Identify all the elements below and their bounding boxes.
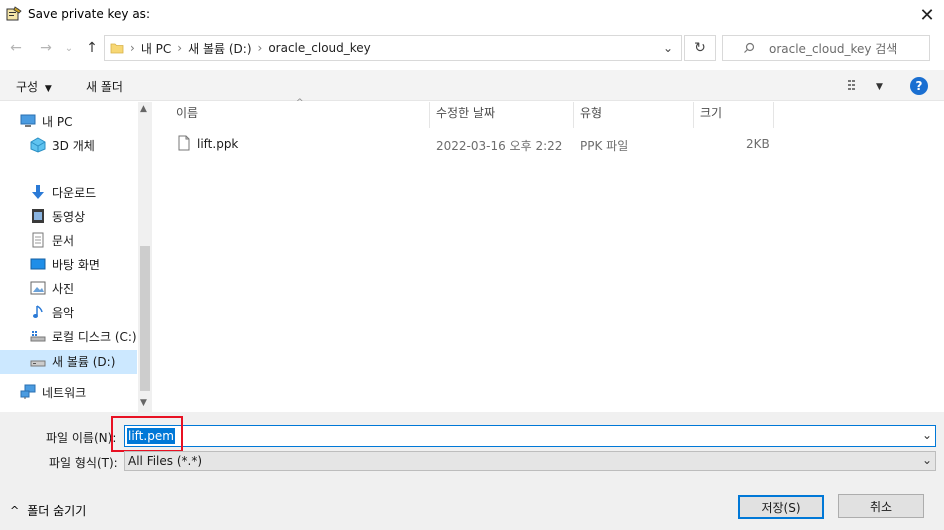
command-toolbar — [0, 70, 944, 101]
column-divider[interactable] — [573, 102, 574, 128]
breadcrumb-separator-icon: › — [177, 41, 183, 55]
column-divider[interactable] — [773, 102, 774, 128]
file-type: PPK 파일 — [580, 139, 629, 153]
sidebar-item-label: 다운로드 — [52, 185, 97, 200]
arrow-up-icon: ↑ — [86, 40, 98, 56]
sidebar-item-label: 사진 — [52, 281, 75, 296]
close-button[interactable]: ✕ — [914, 2, 940, 28]
download-icon — [30, 184, 46, 200]
putty-key-icon — [5, 5, 23, 23]
scroll-up-icon[interactable]: ▲ — [140, 104, 147, 114]
sidebar-item-label: 문서 — [52, 233, 75, 248]
caret-down-icon: ▼ — [44, 84, 52, 94]
network-icon — [20, 384, 36, 400]
hide-folders-button[interactable]: ^ 폴더 숨기기 — [10, 502, 86, 519]
column-header-modified[interactable]: 수정한 날짜 — [436, 104, 495, 121]
help-icon: ? — [915, 79, 923, 93]
folder-icon — [110, 41, 124, 55]
sidebar-item-network[interactable]: 네트워크 — [20, 381, 86, 403]
sidebar-item-desktop[interactable]: 바탕 화면 — [30, 253, 100, 275]
up-button[interactable]: ↑ — [82, 38, 102, 58]
column-header-name[interactable]: 이름 — [176, 104, 198, 121]
filetype-select[interactable] — [124, 451, 936, 471]
file-icon — [178, 135, 190, 154]
refresh-icon: ↻ — [694, 40, 706, 56]
file-name: lift.ppk — [197, 137, 239, 151]
address-history-icon[interactable]: ⌄ — [663, 41, 673, 55]
highlight-annotation-box — [111, 416, 183, 452]
sidebar-item-local-disk-c[interactable]: 로컬 디스크 (C:) — [30, 325, 137, 347]
picture-icon — [30, 280, 46, 296]
sidebar-item-label: 내 PC — [42, 114, 73, 129]
sidebar-scrollbar-thumb[interactable] — [140, 246, 150, 391]
sidebar-item-label: 바탕 화면 — [52, 257, 100, 272]
sidebar-item-3d-objects[interactable]: 3D 개체 — [30, 134, 95, 156]
3d-objects-icon — [30, 137, 46, 153]
sidebar-item-label: 로컬 디스크 (C:) — [52, 329, 137, 344]
details-view-icon — [848, 79, 864, 94]
hide-folders-label: 폴더 숨기기 — [27, 504, 87, 518]
pc-icon — [20, 113, 36, 129]
document-icon — [30, 232, 46, 248]
close-icon: ✕ — [919, 4, 935, 26]
recent-locations-button[interactable]: ⌄ — [62, 38, 76, 58]
column-header-type[interactable]: 유형 — [580, 104, 602, 121]
sidebar-item-this-pc[interactable]: 내 PC — [20, 110, 72, 132]
filetype-value: All Files (*.*) — [128, 454, 203, 468]
sidebar-item-volume-d[interactable]: 새 볼륨 (D:) — [30, 350, 115, 372]
breadcrumb-separator-icon: › — [257, 41, 263, 55]
help-button[interactable]: ? — [910, 77, 928, 95]
column-header-size[interactable]: 크기 — [700, 104, 722, 121]
sidebar-item-documents[interactable]: 문서 — [30, 229, 74, 251]
new-folder-button[interactable]: 새 폴더 — [86, 78, 123, 95]
address-bar[interactable]: › 내 PC › 새 볼륨 (D:) › oracle_cloud_key ⌄ — [104, 35, 682, 61]
filename-label: 파일 이름(N): — [46, 431, 117, 445]
sidebar-item-pictures[interactable]: 사진 — [30, 277, 74, 299]
refresh-button[interactable]: ↻ — [684, 35, 716, 61]
sidebar-item-videos[interactable]: 동영상 — [30, 205, 85, 227]
forward-button[interactable]: → — [36, 38, 56, 58]
breadcrumb-separator-icon: › — [130, 41, 135, 55]
sidebar-item-label: 3D 개체 — [52, 138, 95, 153]
search-placeholder: oracle_cloud_key 검색 — [769, 41, 898, 56]
file-size: 2KB — [746, 137, 770, 151]
filetype-dropdown-icon[interactable]: ⌄ — [922, 453, 932, 467]
column-divider[interactable] — [429, 102, 430, 128]
sidebar-item-music[interactable]: 음악 — [30, 301, 74, 323]
file-modified: 2022-03-16 오후 2:22 — [436, 139, 563, 153]
chevron-up-icon: ^ — [10, 504, 20, 517]
desktop-icon — [30, 256, 46, 272]
breadcrumb-oracle-cloud-key[interactable]: oracle_cloud_key — [268, 41, 370, 55]
column-divider[interactable] — [693, 102, 694, 128]
filetype-label: 파일 형식(T): — [49, 456, 118, 470]
arrow-right-icon: → — [40, 40, 52, 56]
organize-button[interactable]: 구성 ▼ — [16, 78, 52, 95]
scroll-down-icon[interactable]: ▼ — [140, 398, 147, 408]
sidebar-item-label: 새 볼륨 (D:) — [52, 354, 116, 369]
drive-icon — [30, 353, 46, 369]
back-button[interactable]: ← — [6, 38, 26, 58]
music-icon — [30, 304, 46, 320]
filename-dropdown-icon[interactable]: ⌄ — [922, 428, 932, 442]
video-icon — [30, 208, 46, 224]
search-box[interactable]: oracle_cloud_key 검색 — [722, 35, 930, 61]
local-disk-icon — [30, 328, 46, 344]
window-title: Save private key as: — [28, 7, 150, 21]
chevron-down-icon: ⌄ — [64, 42, 74, 54]
sidebar-item-label: 동영상 — [52, 209, 86, 224]
sidebar-item-label: 음악 — [52, 305, 75, 320]
cancel-button[interactable]: 취소 — [838, 494, 924, 518]
filename-input[interactable] — [124, 425, 936, 447]
sidebar-item-label: 네트워크 — [42, 385, 87, 400]
organize-label: 구성 — [16, 80, 39, 94]
breadcrumb-volume-d[interactable]: 새 볼륨 (D:) — [188, 40, 251, 57]
caret-down-icon: ▼ — [876, 81, 883, 92]
breadcrumb-this-pc[interactable]: 내 PC — [141, 40, 171, 57]
save-button[interactable]: 저장(S) — [738, 495, 824, 519]
search-icon — [743, 42, 755, 54]
sidebar-item-downloads[interactable]: 다운로드 — [30, 181, 96, 203]
arrow-left-icon: ← — [10, 40, 22, 56]
view-options-button[interactable]: ▼ — [848, 79, 883, 94]
sort-ascending-icon: ^ — [296, 98, 304, 108]
